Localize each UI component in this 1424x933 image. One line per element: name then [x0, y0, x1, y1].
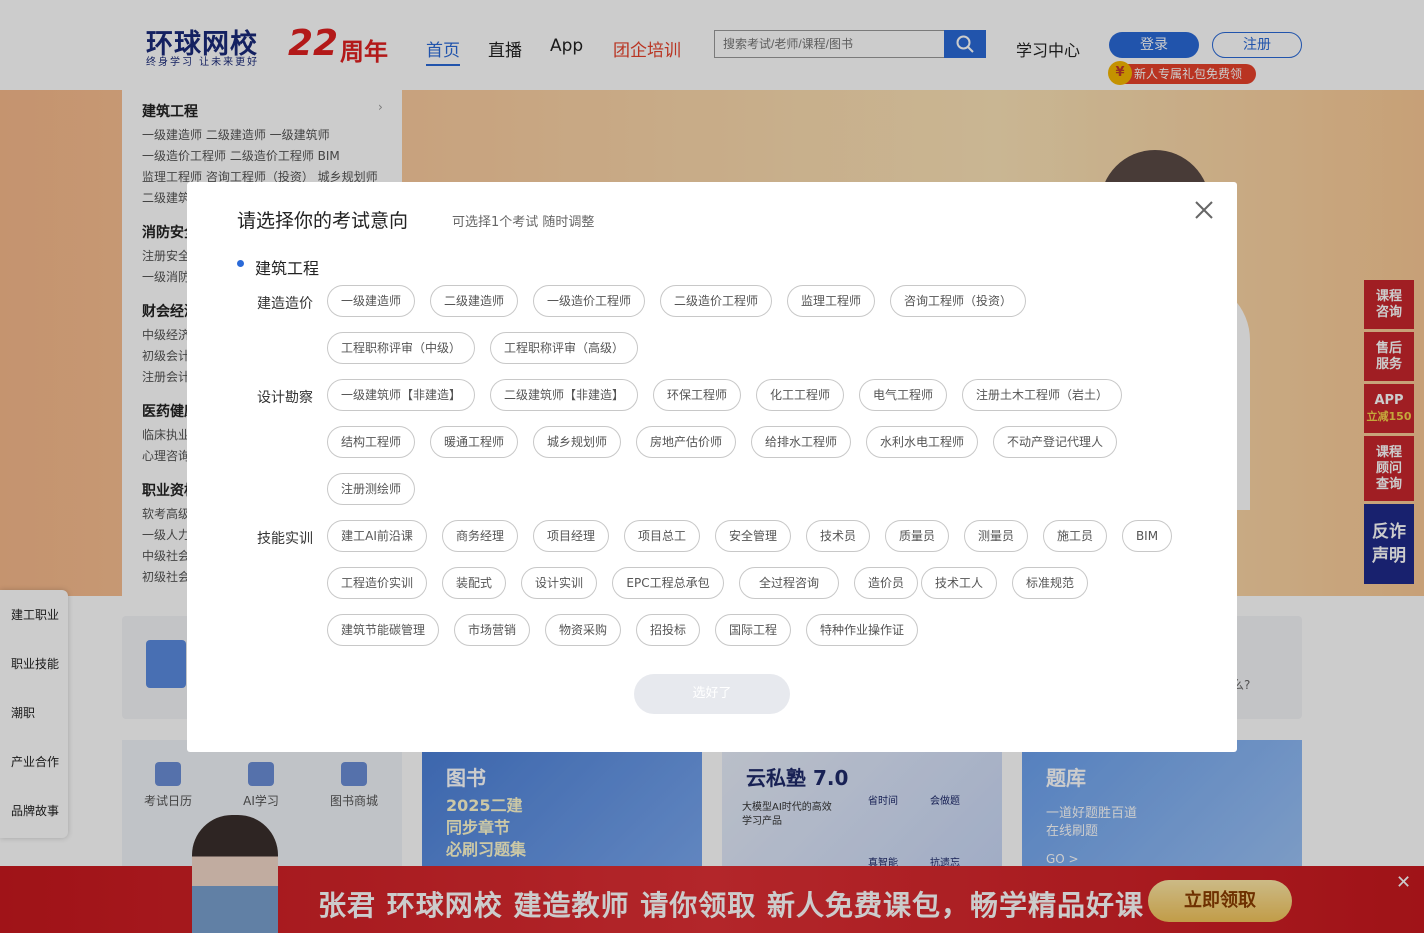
- exam-tag[interactable]: 一级造价工程师: [533, 285, 645, 317]
- exam-tag[interactable]: 城乡规划师: [533, 426, 621, 458]
- row-label: 技能实训: [257, 531, 313, 547]
- exam-tag[interactable]: 全过程咨询: [739, 567, 839, 599]
- exam-tag[interactable]: 项目总工: [624, 520, 700, 552]
- exam-tag[interactable]: 注册土木工程师（岩土）: [962, 379, 1122, 411]
- exam-tag[interactable]: 房地产估价师: [636, 426, 736, 458]
- exam-tag[interactable]: 工程职称评审（高级）: [490, 332, 638, 364]
- exam-tag[interactable]: 标准规范: [1012, 567, 1088, 599]
- exam-tag[interactable]: 市场营销: [454, 614, 530, 646]
- exam-tag[interactable]: 给排水工程师: [751, 426, 851, 458]
- exam-tag[interactable]: 技术工人: [921, 567, 997, 599]
- exam-tag[interactable]: 施工员: [1043, 520, 1107, 552]
- exam-tag[interactable]: 技术员: [806, 520, 870, 552]
- exam-tag[interactable]: 建筑节能碳管理: [327, 614, 439, 646]
- exam-tag[interactable]: 二级造价工程师: [660, 285, 772, 317]
- row-label: 建造造价: [257, 296, 313, 312]
- exam-tag[interactable]: 设计实训: [521, 567, 597, 599]
- exam-tag[interactable]: 商务经理: [442, 520, 518, 552]
- exam-tag[interactable]: 一级建造师: [327, 285, 415, 317]
- exam-tag[interactable]: 造价员: [854, 567, 918, 599]
- exam-tag[interactable]: 建工AI前沿课: [327, 520, 427, 552]
- exam-tag[interactable]: 注册测绘师: [327, 473, 415, 505]
- exam-tag[interactable]: 不动产登记代理人: [993, 426, 1117, 458]
- exam-intent-dialog: [187, 182, 1237, 752]
- exam-tag[interactable]: BIM: [1122, 520, 1172, 552]
- exam-tag[interactable]: 质量员: [885, 520, 949, 552]
- exam-tag[interactable]: 安全管理: [715, 520, 791, 552]
- exam-tag[interactable]: 特种作业操作证: [806, 614, 918, 646]
- exam-tag[interactable]: 物资采购: [545, 614, 621, 646]
- exam-tag[interactable]: 二级建造师: [430, 285, 518, 317]
- exam-tag[interactable]: EPC工程总承包: [612, 567, 724, 599]
- exam-tag[interactable]: 装配式: [442, 567, 506, 599]
- exam-tag[interactable]: 测量员: [964, 520, 1028, 552]
- group-title: 建筑工程: [255, 259, 320, 278]
- exam-tag[interactable]: 咨询工程师（投资）: [890, 285, 1026, 317]
- exam-tag[interactable]: 结构工程师: [327, 426, 415, 458]
- exam-tag[interactable]: 水利水电工程师: [866, 426, 978, 458]
- exam-tag[interactable]: 国际工程: [715, 614, 791, 646]
- exam-tag[interactable]: 监理工程师: [787, 285, 875, 317]
- exam-tag[interactable]: 一级建筑师【非建造】: [327, 379, 475, 411]
- exam-tag[interactable]: 招投标: [636, 614, 700, 646]
- exam-tag[interactable]: 暖通工程师: [430, 426, 518, 458]
- dialog-subtitle: 可选择1个考试 随时调整: [452, 215, 595, 230]
- exam-tag[interactable]: 工程职称评审（中级）: [327, 332, 475, 364]
- exam-tag[interactable]: 项目经理: [533, 520, 609, 552]
- confirm-button[interactable]: 选好了: [634, 674, 790, 714]
- exam-tag[interactable]: 二级建筑师【非建造】: [490, 379, 638, 411]
- bullet-dot: [237, 260, 244, 267]
- dialog-title: 请选择你的考试意向: [237, 210, 409, 232]
- exam-tag[interactable]: 工程造价实训: [327, 567, 427, 599]
- close-icon[interactable]: [1192, 198, 1216, 222]
- exam-tag[interactable]: 化工工程师: [756, 379, 844, 411]
- exam-tag[interactable]: 电气工程师: [859, 379, 947, 411]
- row-label: 设计勘察: [257, 390, 313, 406]
- exam-tag[interactable]: 环保工程师: [653, 379, 741, 411]
